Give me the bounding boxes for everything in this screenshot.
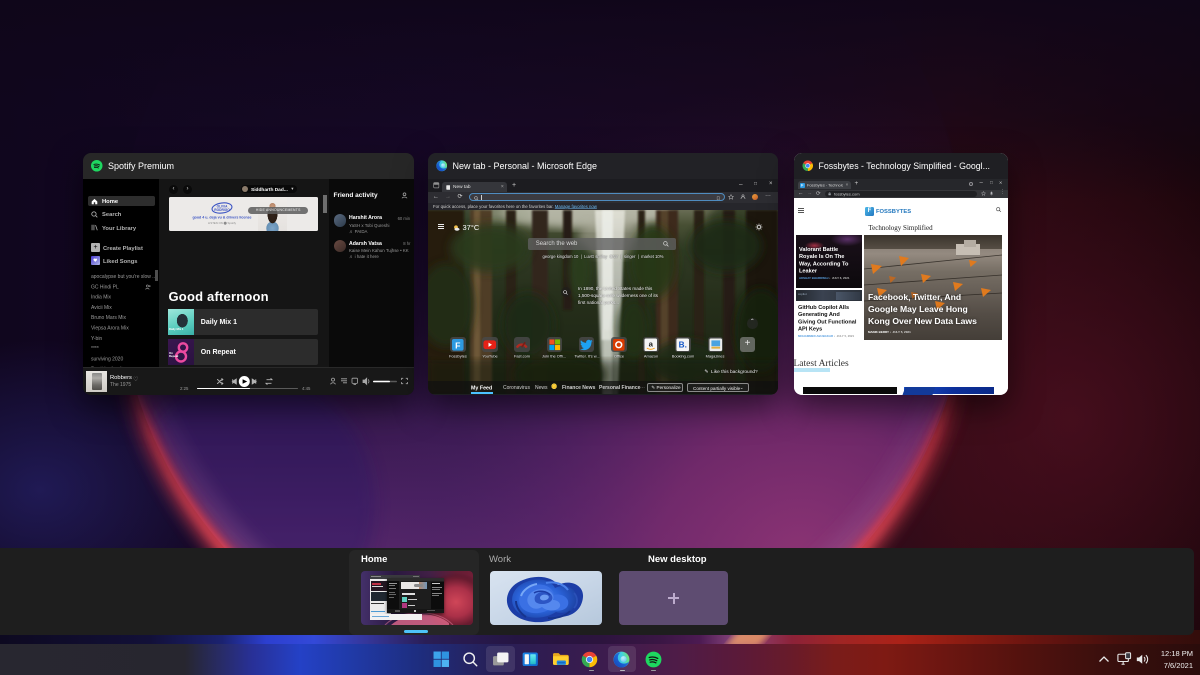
svg-text:RODRIGO: RODRIGO bbox=[214, 208, 230, 212]
svg-text:B.: B. bbox=[679, 340, 687, 349]
svg-text:F: F bbox=[455, 340, 460, 350]
svg-text:a: a bbox=[649, 339, 654, 348]
